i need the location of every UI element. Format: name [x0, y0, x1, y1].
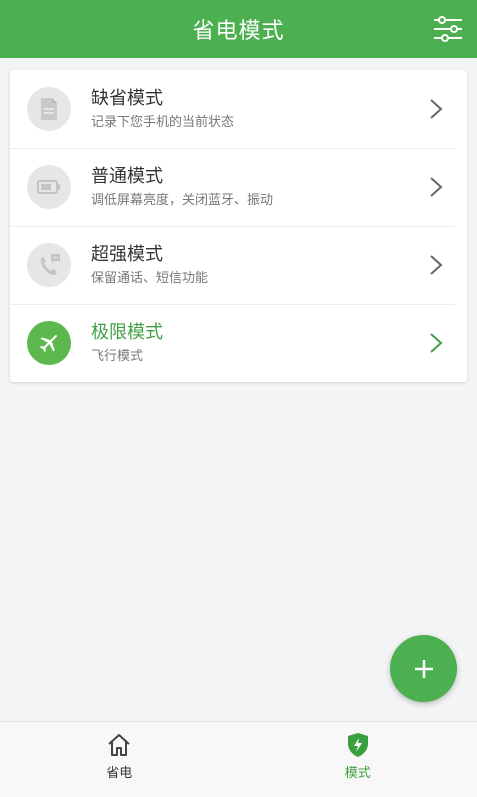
mode-subtitle: 记录下您手机的当前状态	[91, 115, 235, 130]
mode-subtitle: 调低屏幕亮度，关闭蓝牙、振动	[91, 193, 274, 208]
mode-icon-wrap	[27, 87, 71, 131]
battery-icon	[37, 180, 60, 194]
document-icon	[41, 98, 57, 120]
mode-item-extreme[interactable]: 极限模式 飞行模式	[10, 304, 467, 382]
chevron-right-icon	[425, 328, 447, 358]
mode-list: 缺省模式 记录下您手机的当前状态 普通模式 调低屏幕亮度，关闭蓝牙、振动 超强模…	[10, 70, 467, 382]
shield-bolt-icon	[347, 733, 368, 757]
home-icon	[108, 734, 130, 756]
nav-item-save-power[interactable]: 省电	[0, 722, 239, 797]
mode-subtitle: 保留通话、短信功能	[91, 271, 209, 286]
mode-icon-wrap	[27, 165, 71, 209]
mode-item-normal[interactable]: 普通模式 调低屏幕亮度，关闭蓝牙、振动	[10, 148, 467, 226]
add-mode-button[interactable]	[390, 635, 457, 702]
nav-item-mode[interactable]: 模式	[239, 722, 477, 797]
nav-label: 模式	[344, 766, 371, 781]
bottom-nav: 省电 模式	[0, 721, 477, 797]
mode-title: 超强模式	[91, 244, 163, 265]
mode-title: 极限模式	[91, 322, 163, 343]
plus-icon	[414, 659, 433, 678]
airplane-icon	[39, 335, 57, 353]
mode-item-default[interactable]: 缺省模式 记录下您手机的当前状态	[10, 70, 467, 148]
mode-title: 普通模式	[91, 166, 163, 187]
settings-button[interactable]	[433, 14, 463, 44]
chevron-right-icon	[425, 172, 447, 202]
chevron-right-icon	[425, 250, 447, 280]
phone-message-icon	[40, 254, 60, 275]
chevron-right-icon	[425, 94, 447, 124]
mode-subtitle: 飞行模式	[91, 349, 144, 364]
nav-label: 省电	[106, 766, 133, 781]
mode-icon-wrap	[27, 243, 71, 287]
sliders-icon	[434, 16, 462, 42]
mode-item-super[interactable]: 超强模式 保留通话、短信功能	[10, 226, 467, 304]
page-title: 省电模式	[192, 19, 285, 44]
mode-icon-wrap	[27, 321, 71, 365]
mode-title: 缺省模式	[91, 88, 163, 109]
app-header: 省电模式	[0, 0, 477, 58]
